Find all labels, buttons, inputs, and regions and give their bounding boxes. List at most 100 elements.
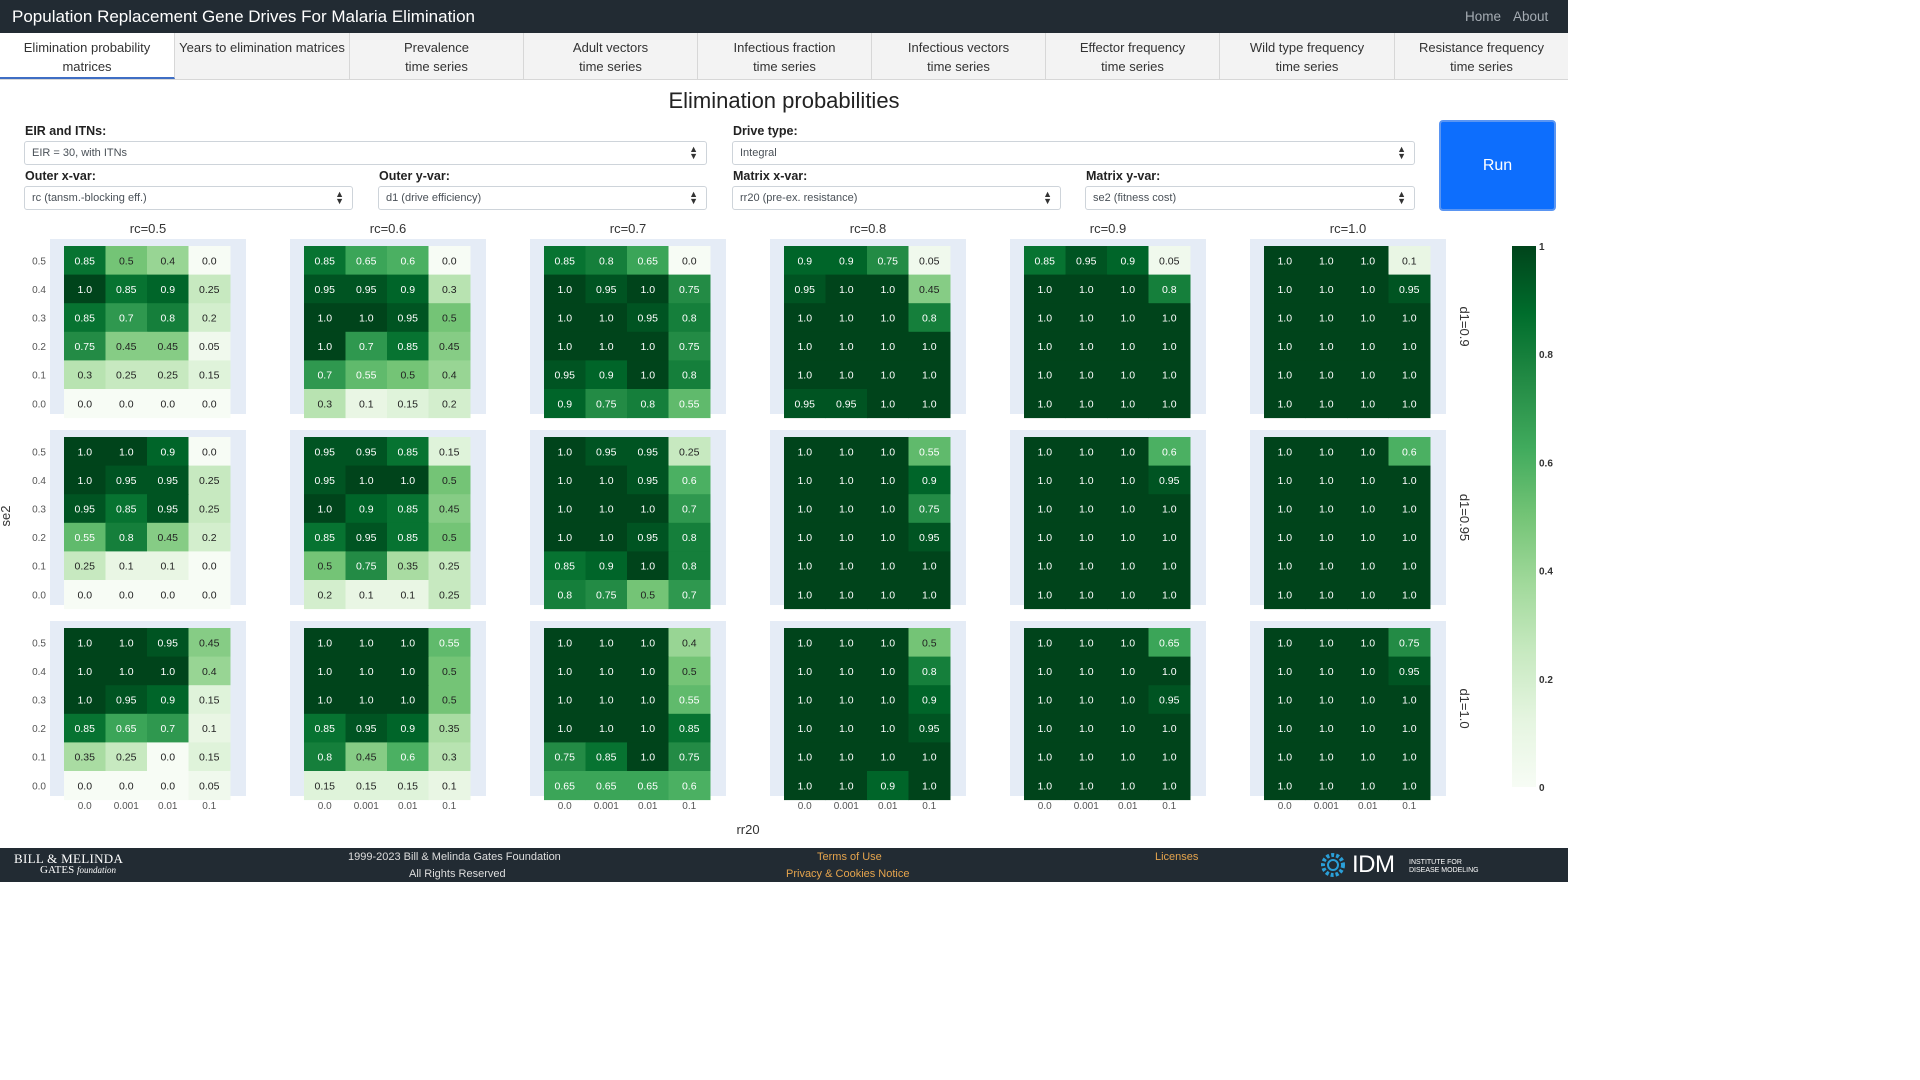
cell-label: 0.5 xyxy=(442,475,457,487)
cell-label: 1.0 xyxy=(1120,446,1135,458)
cell-label: 1.0 xyxy=(1319,666,1334,678)
cell-label: 0.95 xyxy=(1159,475,1180,487)
cell-label: 1.0 xyxy=(1079,589,1094,601)
cell-label: 1.0 xyxy=(1120,532,1135,544)
app-title[interactable]: Population Replacement Gene Drives For M… xyxy=(12,7,475,27)
cell-label: 1.0 xyxy=(1120,589,1135,601)
cell-label: 0.45 xyxy=(439,341,460,353)
cell-label: 1.0 xyxy=(599,475,614,487)
col-facet-label: rc=0.9 xyxy=(1090,221,1127,236)
cell-label: 1.0 xyxy=(839,637,854,649)
cell-label: 0.45 xyxy=(439,504,460,516)
cell-label: 0.0 xyxy=(160,752,175,764)
matrix-y-select[interactable]: se2 (fitness cost) ▲ ▼ xyxy=(1085,186,1415,210)
tab-bar: Elimination probability matrices Years t… xyxy=(0,33,1568,80)
tab-infectious-vectors[interactable]: Infectious vectors time series xyxy=(872,33,1046,79)
cell-label: 0.9 xyxy=(1120,255,1135,267)
cell-label: 0.9 xyxy=(922,695,937,707)
cell-label: 1.0 xyxy=(1079,398,1094,410)
tab-infectious-fraction[interactable]: Infectious fraction time series xyxy=(698,33,872,79)
tab-prevalence[interactable]: Prevalence time series xyxy=(350,33,524,79)
tab-label: Effector frequency time series xyxy=(1079,40,1186,74)
cell-label: 1.0 xyxy=(317,695,332,707)
matrix-x-select[interactable]: rr20 (pre-ex. resistance) ▲ ▼ xyxy=(732,186,1061,210)
cell-label: 1.0 xyxy=(1319,723,1334,735)
cell-label: 1.0 xyxy=(400,666,415,678)
rights-text: All Rights Reserved xyxy=(409,868,506,880)
cell-label: 0.1 xyxy=(400,589,415,601)
tab-adult-vectors[interactable]: Adult vectors time series xyxy=(524,33,698,79)
x-tick-label: 0.0 xyxy=(1038,801,1052,812)
nav-about-link[interactable]: About xyxy=(1513,9,1548,24)
cell-label: 1.0 xyxy=(1277,475,1292,487)
cell-label: 1.0 xyxy=(839,370,854,382)
cell-label: 1.0 xyxy=(880,313,895,325)
tab-wild-type-frequency[interactable]: Wild type frequency time series xyxy=(1220,33,1395,79)
cell-label: 1.0 xyxy=(797,589,812,601)
cell-label: 0.0 xyxy=(119,398,134,410)
cell-label: 1.0 xyxy=(1037,589,1052,601)
x-tick-label: 0.01 xyxy=(398,801,418,812)
x-tick-label: 0.1 xyxy=(922,801,936,812)
cell-label: 1.0 xyxy=(1120,313,1135,325)
cell-label: 1.0 xyxy=(1319,752,1334,764)
cell-label: 1.0 xyxy=(1162,370,1177,382)
cell-label: 1.0 xyxy=(1360,637,1375,649)
idm-logo[interactable]: IDM INSTITUTE FOR DISEASE MODELING xyxy=(1318,849,1498,881)
y-tick-label: 0.0 xyxy=(32,590,46,601)
cell-label: 1.0 xyxy=(1402,695,1417,707)
cell-label: 0.95 xyxy=(836,398,857,410)
cell-label: 1.0 xyxy=(1162,752,1177,764)
cell-label: 1.0 xyxy=(1277,341,1292,353)
terms-link[interactable]: Terms of Use xyxy=(817,851,882,863)
run-button[interactable]: Run xyxy=(1439,120,1556,211)
tab-years-to-elimination[interactable]: Years to elimination matrices xyxy=(175,33,350,79)
cell-label: 1.0 xyxy=(1120,666,1135,678)
cell-label: 1.0 xyxy=(1319,255,1334,267)
cell-label: 1.0 xyxy=(1319,446,1334,458)
cell-label: 0.95 xyxy=(638,475,659,487)
cell-label: 0.95 xyxy=(638,313,659,325)
cell-label: 1.0 xyxy=(1079,446,1094,458)
cell-label: 0.1 xyxy=(1402,255,1417,267)
cell-label: 1.0 xyxy=(640,504,655,516)
tab-resistance-frequency[interactable]: Resistance frequency time series xyxy=(1395,33,1568,79)
nav-home-link[interactable]: Home xyxy=(1465,9,1501,24)
cell-label: 0.2 xyxy=(202,313,217,325)
cell-label: 1.0 xyxy=(1277,313,1292,325)
privacy-link[interactable]: Privacy & Cookies Notice xyxy=(786,868,910,880)
cell-label: 1.0 xyxy=(839,723,854,735)
cell-label: 1.0 xyxy=(1319,284,1334,296)
licenses-link[interactable]: Licenses xyxy=(1155,851,1198,863)
tab-effector-frequency[interactable]: Effector frequency time series xyxy=(1046,33,1220,79)
eir-select[interactable]: EIR = 30, with ITNs ▲ ▼ xyxy=(24,141,707,165)
outer-y-select-value: d1 (drive efficiency) xyxy=(386,192,482,204)
tab-elimination-probability[interactable]: Elimination probability matrices xyxy=(0,33,175,79)
cell-label: 0.1 xyxy=(160,561,175,573)
cell-label: 0.5 xyxy=(442,666,457,678)
cell-label: 1.0 xyxy=(1277,723,1292,735)
cell-label: 0.0 xyxy=(202,446,217,458)
outer-x-select[interactable]: rc (tansm.-blocking eff.) ▲ ▼ xyxy=(24,186,353,210)
cell-label: 1.0 xyxy=(317,313,332,325)
cell-label: 0.0 xyxy=(119,780,134,792)
elimination-heatmap-figure: 0.85 0.5 0.4 0.0 1.0 0.85 0.9 0.25 0.85 0.7 0.8 0.2… xyxy=(0,221,1553,837)
cell-label: 0.15 xyxy=(439,446,460,458)
cell-label: 1.0 xyxy=(922,589,937,601)
y-tick-label: 0.1 xyxy=(32,371,46,382)
cell-label: 0.1 xyxy=(442,780,457,792)
cell-label: 0.65 xyxy=(596,780,617,792)
cell-label: 1.0 xyxy=(797,695,812,707)
top-navbar: Population Replacement Gene Drives For M… xyxy=(0,0,1568,33)
cell-label: 0.85 xyxy=(315,532,336,544)
gates-foundation-logo[interactable]: BILL & MELINDA GATES foundation xyxy=(14,851,134,879)
colorbar-tick-label: 0.2 xyxy=(1539,675,1553,686)
cell-label: 1.0 xyxy=(640,723,655,735)
cell-label: 0.75 xyxy=(596,398,617,410)
cell-label: 1.0 xyxy=(797,313,812,325)
cell-label: 0.55 xyxy=(679,695,700,707)
outer-y-select[interactable]: d1 (drive efficiency) ▲ ▼ xyxy=(378,186,707,210)
cell-label: 0.9 xyxy=(922,475,937,487)
select-caret-icon: ▲ ▼ xyxy=(689,189,698,206)
drive-type-select[interactable]: Integral ▲ ▼ xyxy=(732,141,1415,165)
